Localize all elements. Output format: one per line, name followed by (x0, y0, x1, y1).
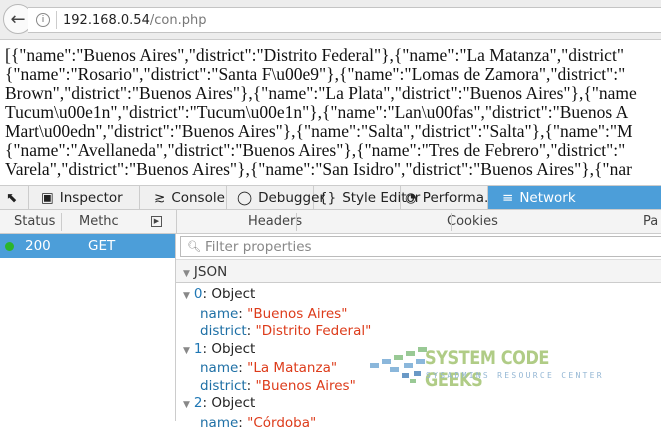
console-icon: ≳ (154, 190, 165, 206)
tree-node[interactable]: ▼1: Object (183, 341, 371, 361)
response-panel: 🔍︎Filter properties ▼JSON ▼0: Object nam… (176, 234, 661, 421)
request-list: 200 GET (0, 234, 176, 421)
json-tree: ▼0: Object name: "Buenos Aires" district… (183, 286, 371, 432)
divider (56, 11, 57, 29)
info-icon[interactable]: i (36, 13, 50, 27)
tab-console[interactable]: ≳Console (140, 186, 227, 209)
raw-line: {"name":"Avellaneda","district":"Buenos … (5, 141, 661, 160)
style-editor-icon: {} (319, 190, 336, 206)
tree-property: name: "La Matanza" (183, 360, 371, 378)
request-method: GET (88, 238, 115, 254)
tree-property: name: "Buenos Aires" (183, 306, 371, 324)
tree-property: district: "Buenos Aires" (183, 378, 371, 396)
tree-node[interactable]: ▼0: Object (183, 286, 371, 306)
raw-line: Tucum\u00e1n","district":"Tucum\u00e1n"}… (5, 103, 661, 122)
raw-line: Brown","district":"Buenos Aires"},{"name… (5, 84, 661, 103)
watermark-subtitle: SYSADMINS RESOURCE CENTER (426, 371, 604, 380)
tree-property: name: "Córdoba" (183, 415, 371, 432)
request-status: 200 (25, 238, 51, 254)
performance-icon: ◔ (405, 190, 417, 206)
tree-node[interactable]: ▼2: Object (183, 395, 371, 415)
tab-headers[interactable]: Headers (248, 214, 302, 229)
column-header-bar: Status Methc ▶ Headers Cookies Pa (0, 210, 661, 234)
devtools-toolbar: ⬉ ▣Inspector ≳Console ◯Debugger {}Style … (0, 185, 661, 210)
raw-line: Varela","district":"Buenos Aires"},{"nam… (5, 160, 661, 179)
tab-debugger[interactable]: ◯Debugger (227, 186, 314, 209)
watermark-logo: SYSTEM CODE GEEKS SYSADMINS RESOURCE CEN… (370, 345, 615, 385)
network-icon: ≡ (502, 190, 513, 206)
tab-network[interactable]: ≡Network (488, 186, 661, 209)
tab-params[interactable]: Pa (643, 214, 658, 229)
element-picker-icon[interactable]: ⬉ (0, 186, 29, 209)
raw-line: Mart\u00edn","district":"Buenos Aires"},… (5, 122, 661, 141)
search-icon: 🔍︎ (187, 240, 201, 253)
url-path: /con.php (150, 13, 207, 28)
collapse-triangle-icon: ▼ (183, 269, 190, 279)
request-row[interactable]: 200 GET (0, 234, 175, 258)
raw-line: {"name":"Rosario","district":"Santa F\u0… (5, 65, 661, 84)
toggle-sidebar-icon[interactable]: ▶ (151, 216, 162, 227)
status-dot-icon (5, 242, 14, 251)
collapse-triangle-icon: ▼ (183, 291, 190, 301)
column-method[interactable]: Methc (79, 214, 119, 229)
tab-cookies[interactable]: Cookies (447, 214, 498, 229)
tab-inspector[interactable]: ▣Inspector (29, 186, 140, 209)
collapse-triangle-icon: ▼ (183, 400, 190, 410)
raw-line: [{"name":"Buenos Aires","district":"Dist… (5, 46, 661, 65)
url-input[interactable]: i 192.168.0.54/con.php (28, 7, 661, 33)
watermark-title: SYSTEM CODE GEEKS (425, 347, 587, 391)
column-status[interactable]: Status (14, 214, 55, 229)
url-host: 192.168.0.54 (63, 13, 150, 28)
address-bar: ← i 192.168.0.54/con.php (0, 0, 661, 40)
filter-properties-input[interactable]: 🔍︎Filter properties (180, 236, 661, 257)
tree-property: district: "Distrito Federal" (183, 323, 371, 341)
raw-json-content: [{"name":"Buenos Aires","district":"Dist… (5, 46, 661, 185)
collapse-triangle-icon: ▼ (183, 346, 190, 356)
tab-style-editor[interactable]: {}Style Editor (314, 186, 401, 209)
inspector-icon: ▣ (41, 190, 54, 206)
json-section-header[interactable]: ▼JSON (176, 259, 661, 283)
debugger-icon: ◯ (237, 190, 252, 206)
tab-performance[interactable]: ◔Performa... (401, 186, 488, 209)
